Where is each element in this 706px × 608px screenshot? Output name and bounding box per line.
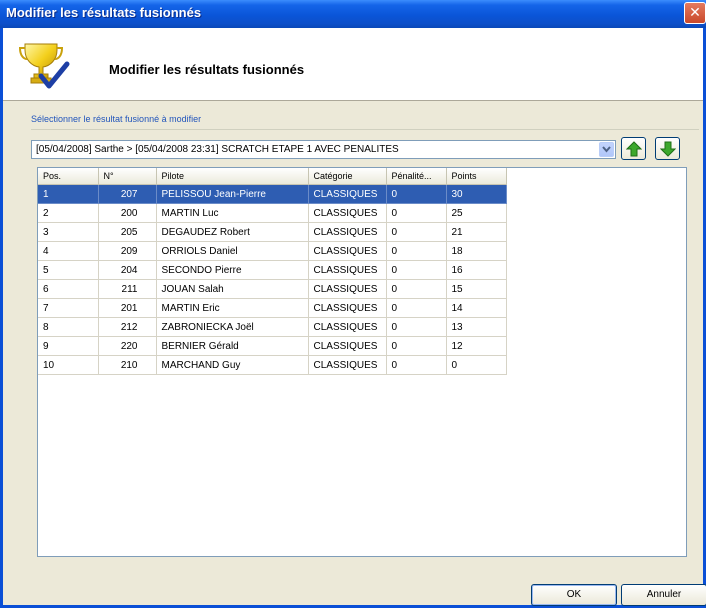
column-header-pilot[interactable]: Pilote	[156, 168, 309, 185]
separator-line	[31, 129, 699, 130]
cell-category: CLASSIQUES	[308, 260, 387, 280]
cell-category: CLASSIQUES	[308, 317, 387, 337]
cell-points: 16	[446, 260, 507, 280]
column-header-pos[interactable]: Pos.	[38, 168, 99, 185]
cell-pos: 5	[38, 260, 99, 280]
move-up-button[interactable]	[621, 137, 646, 160]
results-table: Pos. N° Pilote Catégorie Pénalité... Poi…	[38, 168, 507, 375]
cell-pilot: JOUAN Salah	[156, 279, 309, 299]
title-bar[interactable]: Modifier les résultats fusionnés ✕	[0, 0, 706, 28]
cell-category: CLASSIQUES	[308, 184, 387, 204]
table-row[interactable]: 10 210 MARCHAND Guy CLASSIQUES 0 0	[38, 355, 507, 375]
column-header-points[interactable]: Points	[446, 168, 507, 185]
cell-number: 209	[98, 241, 157, 261]
cell-category: CLASSIQUES	[308, 355, 387, 375]
cell-points: 25	[446, 203, 507, 223]
cell-penalty: 0	[386, 260, 447, 280]
cell-pos: 9	[38, 336, 99, 356]
table-row[interactable]: 1 207 PELISSOU Jean-Pierre CLASSIQUES 0 …	[38, 184, 507, 204]
move-down-button[interactable]	[655, 137, 680, 160]
cell-pilot: MARCHAND Guy	[156, 355, 309, 375]
cell-points: 30	[446, 184, 507, 204]
green-arrow-up-icon	[626, 141, 642, 157]
cell-category: CLASSIQUES	[308, 203, 387, 223]
cell-pos: 2	[38, 203, 99, 223]
cell-penalty: 0	[386, 222, 447, 242]
column-header-penalty[interactable]: Pénalité...	[386, 168, 447, 185]
cell-penalty: 0	[386, 184, 447, 204]
cell-category: CLASSIQUES	[308, 336, 387, 356]
ok-button[interactable]: OK	[531, 584, 617, 606]
cell-number: 211	[98, 279, 157, 299]
cell-pos: 7	[38, 298, 99, 318]
cell-penalty: 0	[386, 336, 447, 356]
window-title: Modifier les résultats fusionnés	[6, 5, 202, 20]
close-button[interactable]: ✕	[684, 2, 706, 24]
table-row[interactable]: 3 205 DEGAUDEZ Robert CLASSIQUES 0 21	[38, 222, 507, 242]
cell-pilot: BERNIER Gérald	[156, 336, 309, 356]
cell-pos: 4	[38, 241, 99, 261]
cell-penalty: 0	[386, 279, 447, 299]
cell-category: CLASSIQUES	[308, 298, 387, 318]
cell-number: 205	[98, 222, 157, 242]
cell-points: 14	[446, 298, 507, 318]
cell-penalty: 0	[386, 203, 447, 223]
chevron-down-icon	[602, 146, 611, 153]
cell-points: 18	[446, 241, 507, 261]
header-panel: Modifier les résultats fusionnés	[3, 28, 703, 101]
green-arrow-down-icon	[660, 141, 676, 157]
cell-number: 210	[98, 355, 157, 375]
cell-pilot: SECONDO Pierre	[156, 260, 309, 280]
cell-number: 212	[98, 317, 157, 337]
table-row[interactable]: 5 204 SECONDO Pierre CLASSIQUES 0 16	[38, 260, 507, 280]
table-header-row: Pos. N° Pilote Catégorie Pénalité... Poi…	[38, 168, 507, 185]
table-row[interactable]: 6 211 JOUAN Salah CLASSIQUES 0 15	[38, 279, 507, 299]
cell-number: 200	[98, 203, 157, 223]
cell-penalty: 0	[386, 298, 447, 318]
merged-result-value: [05/04/2008] Sarthe > [05/04/2008 23:31]…	[36, 144, 399, 155]
table-row[interactable]: 2 200 MARTIN Luc CLASSIQUES 0 25	[38, 203, 507, 223]
cell-pilot: DEGAUDEZ Robert	[156, 222, 309, 242]
cell-pos: 10	[38, 355, 99, 375]
header-title: Modifier les résultats fusionnés	[109, 62, 305, 77]
cell-category: CLASSIQUES	[308, 279, 387, 299]
cell-points: 21	[446, 222, 507, 242]
cell-pilot: PELISSOU Jean-Pierre	[156, 184, 309, 204]
selector-label: Sélectionner le résultat fusionné à modi…	[31, 114, 202, 124]
cell-points: 0	[446, 355, 507, 375]
table-row[interactable]: 8 212 ZABRONIECKA Joël CLASSIQUES 0 13	[38, 317, 507, 337]
table-row[interactable]: 7 201 MARTIN Eric CLASSIQUES 0 14	[38, 298, 507, 318]
cell-pilot: ORRIOLS Daniel	[156, 241, 309, 261]
table-row[interactable]: 9 220 BERNIER Gérald CLASSIQUES 0 12	[38, 336, 507, 356]
cell-pilot: ZABRONIECKA Joël	[156, 317, 309, 337]
close-icon: ✕	[689, 4, 701, 20]
cell-pos: 6	[38, 279, 99, 299]
cell-pos: 8	[38, 317, 99, 337]
cell-pilot: MARTIN Eric	[156, 298, 309, 318]
trophy-check-icon	[18, 43, 70, 89]
cell-category: CLASSIQUES	[308, 222, 387, 242]
table-row[interactable]: 4 209 ORRIOLS Daniel CLASSIQUES 0 18	[38, 241, 507, 261]
dialog-window: Modifier les résultats fusionnés ✕ Modif…	[0, 0, 706, 608]
cell-number: 220	[98, 336, 157, 356]
cell-points: 13	[446, 317, 507, 337]
cell-number: 204	[98, 260, 157, 280]
cell-pilot: MARTIN Luc	[156, 203, 309, 223]
cell-pos: 1	[38, 184, 99, 204]
cell-penalty: 0	[386, 241, 447, 261]
cell-penalty: 0	[386, 317, 447, 337]
cancel-button[interactable]: Annuler	[621, 584, 706, 606]
column-header-category[interactable]: Catégorie	[308, 168, 387, 185]
cell-pos: 3	[38, 222, 99, 242]
cell-number: 207	[98, 184, 157, 204]
cell-number: 201	[98, 298, 157, 318]
cell-points: 15	[446, 279, 507, 299]
dropdown-button[interactable]	[599, 142, 614, 157]
cell-category: CLASSIQUES	[308, 241, 387, 261]
cell-points: 12	[446, 336, 507, 356]
cell-penalty: 0	[386, 355, 447, 375]
column-header-number[interactable]: N°	[98, 168, 157, 185]
results-grid[interactable]: Pos. N° Pilote Catégorie Pénalité... Poi…	[37, 167, 687, 557]
merged-result-select[interactable]: [05/04/2008] Sarthe > [05/04/2008 23:31]…	[31, 140, 616, 159]
